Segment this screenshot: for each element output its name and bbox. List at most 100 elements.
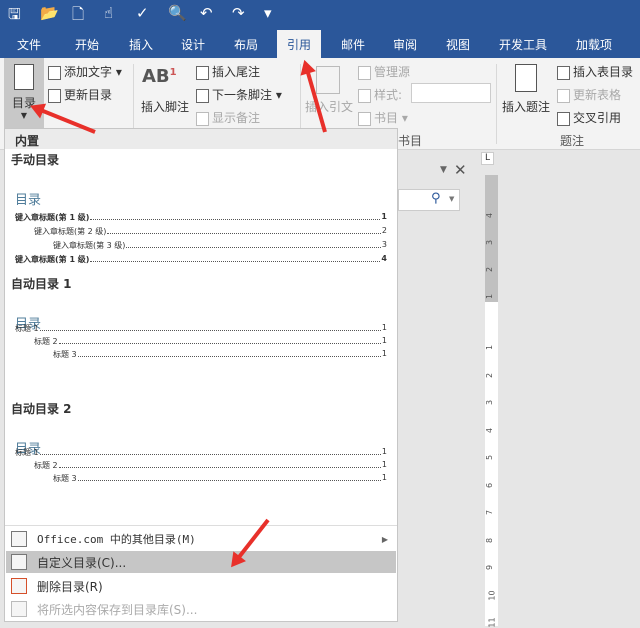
auto1-toc-title: 自动目录 1 — [11, 277, 72, 291]
update-toc-button[interactable]: 更新目录 — [48, 86, 112, 103]
save-gallery-icon — [11, 601, 27, 617]
ruler-label: 5 — [485, 454, 495, 461]
update-table-button[interactable]: 更新表格 — [557, 86, 621, 103]
chevron-right-icon: ▶ — [381, 534, 388, 544]
group-captions-label: 题注 — [560, 134, 585, 148]
citation-icon — [316, 66, 340, 94]
menu-remove-toc[interactable]: 删除目录(R) — [6, 575, 396, 597]
document-icon — [11, 554, 27, 570]
cross-reference-button[interactable]: 交叉引用 — [557, 109, 621, 126]
table-figures-icon — [557, 65, 570, 80]
toc-preview-line: 标题 21 — [34, 336, 387, 346]
menu-office-more[interactable]: Office.com 中的其他目录(M) ▶ — [6, 528, 396, 550]
tab-4[interactable]: 布局 — [234, 36, 258, 53]
open-icon[interactable]: 📂 — [40, 4, 59, 22]
toc-preview-line: 键入章标题(第 2 级) 2 — [34, 226, 387, 236]
insert-table-figures-button[interactable]: 插入表目录 — [557, 63, 633, 80]
touch-icon[interactable]: ☝ — [104, 4, 113, 22]
update-table-icon — [557, 88, 570, 103]
manage-sources-icon — [358, 65, 371, 80]
update-toc-icon — [48, 88, 61, 103]
tab-7[interactable]: 审阅 — [393, 36, 417, 53]
redo-icon[interactable]: ↷ — [232, 4, 245, 22]
toc-preview-line: 键入章标题(第 1 级) 4 — [15, 254, 387, 264]
ruler-label: 9 — [485, 564, 495, 571]
toc-preview-title: 目录 — [15, 193, 42, 208]
bibliography-button[interactable]: 书目 ▾ — [358, 109, 408, 126]
caption-icon — [515, 64, 537, 92]
tab-selector[interactable]: L — [481, 152, 494, 165]
insert-citation-button[interactable]: 插入引文 — [305, 98, 353, 115]
ruler-label: 2 — [485, 372, 495, 378]
footnote-icon: AB1 — [142, 66, 177, 87]
toc-preview-line: 标题 31 — [53, 473, 387, 483]
add-text-icon — [48, 65, 61, 80]
add-text-button[interactable]: 添加文字 ▾ — [48, 63, 122, 80]
cross-reference-icon — [557, 111, 570, 126]
toc-auto-1[interactable]: 自动目录 1 目录 标题 1 1 标题 2 1 标题 31 — [5, 271, 397, 395]
bibliography-icon — [358, 111, 371, 126]
close-icon[interactable]: ✕ — [454, 161, 467, 179]
toc-preview-line: 标题 11 — [15, 323, 387, 333]
show-notes-button[interactable]: 显示备注 — [196, 109, 260, 126]
customize-icon[interactable]: ▾ — [264, 4, 272, 22]
endnote-icon — [196, 65, 209, 80]
ruler-label: 2 — [485, 266, 495, 273]
menu-save-to-gallery[interactable]: 将所选内容保存到目录库(S)... — [6, 598, 396, 620]
auto2-toc-title: 自动目录 2 — [11, 402, 72, 416]
tab-10[interactable]: 加载项 — [576, 36, 612, 53]
toc-dropdown: 内置 手动目录 目录 键入章标题(第 1 级) 1 键入章标题(第 2 级) 2 键入章… — [4, 128, 398, 622]
save-icon[interactable]: 🖫 — [8, 4, 21, 29]
tab-8[interactable]: 视图 — [446, 36, 470, 53]
pane-options-icon[interactable]: ▼ — [440, 165, 447, 175]
vertical-ruler[interactable]: 4 3 2 1 1 2 3 4 5 6 7 8 9 10 11 — [485, 175, 498, 628]
next-footnote-icon — [196, 88, 209, 103]
tab-9[interactable]: 开发工具 — [499, 36, 547, 53]
insert-caption-button[interactable]: 插入题注 — [502, 98, 550, 115]
ruler-label: 7 — [485, 509, 495, 516]
ruler-label: 8 — [485, 537, 495, 543]
next-footnote-button[interactable]: 下一条脚注 ▾ — [196, 86, 282, 103]
ruler-label: 1 — [485, 344, 495, 351]
show-notes-icon — [196, 111, 209, 126]
menu-custom-toc[interactable]: 自定义目录(C)... — [6, 551, 396, 573]
tab-3[interactable]: 设计 — [181, 36, 205, 53]
insert-endnote-button[interactable]: 插入尾注 — [196, 63, 260, 80]
new-icon[interactable]: 🗋 — [72, 4, 84, 29]
quick-access-toolbar: 🖫 📂 🗋 ☝ ✓ 🔍 ↶ ↷ ▾ — [0, 0, 640, 30]
toc-manual[interactable]: 手动目录 目录 键入章标题(第 1 级) 1 键入章标题(第 2 级) 2 键入章标题(… — [5, 149, 397, 271]
toc-preview-line: 键入章标题(第 3 级) 3 — [53, 240, 387, 250]
chevron-down-icon[interactable]: ▼ — [449, 195, 454, 203]
tab-6[interactable]: 邮件 — [341, 36, 365, 53]
ruler-label: 11 — [487, 617, 497, 628]
style-select[interactable] — [411, 83, 491, 103]
toc-preview-line: 标题 11 — [15, 447, 387, 457]
insert-footnote-button[interactable]: 插入脚注 — [141, 98, 189, 115]
ruler-label: 6 — [485, 482, 495, 488]
ruler-label: 10 — [487, 589, 497, 601]
toc-preview-line: 标题 31 — [53, 349, 387, 359]
toc-preview-line: 标题 21 — [34, 460, 387, 470]
ribbon-tabs: 文件 开始 插入 设计 布局 引用 邮件 审阅 视图 开发工具 加载项 — [0, 30, 640, 58]
preview-icon[interactable]: 🔍 — [168, 4, 187, 22]
tab-5[interactable]: 引用 — [277, 30, 322, 58]
toc-auto-2[interactable]: 自动目录 2 目录 标题 1 1 标题 2 1 标题 31 — [5, 395, 397, 519]
ruler-label: 3 — [485, 399, 495, 406]
style-icon — [358, 88, 371, 103]
undo-icon[interactable]: ↶ — [200, 4, 213, 22]
spelling-icon[interactable]: ✓ — [136, 4, 149, 22]
toc-icon — [14, 64, 34, 90]
builtin-header: 内置 — [5, 129, 397, 149]
group-citations-label: 书目 — [398, 134, 423, 148]
manage-sources-button[interactable]: 管理源 — [358, 63, 410, 80]
style-label: 样式: — [358, 86, 402, 103]
tab-1[interactable]: 开始 — [75, 36, 99, 53]
delete-icon — [11, 578, 27, 594]
ruler-label: 4 — [485, 212, 495, 219]
search-icon[interactable]: ⚲ — [431, 191, 441, 206]
ruler-label: 1 — [485, 293, 495, 300]
navigation-pane: ▼ ✕ ⚲ ▼ — [398, 160, 478, 626]
tab-0[interactable]: 文件 — [17, 36, 41, 53]
search-input[interactable]: ⚲ ▼ — [398, 189, 460, 211]
tab-2[interactable]: 插入 — [129, 36, 153, 53]
